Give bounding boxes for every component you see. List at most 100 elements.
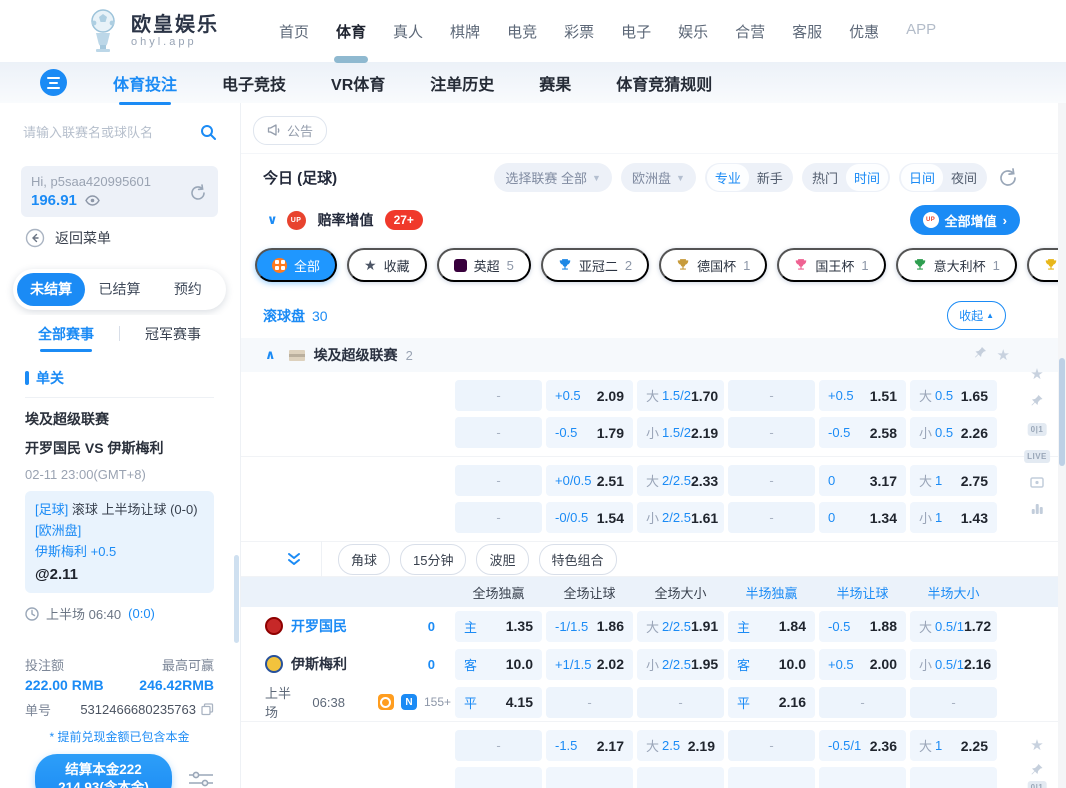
pin-icon[interactable] [1031, 394, 1044, 407]
market-button-0[interactable]: 角球 [338, 544, 390, 575]
odds-cell[interactable]: +1/1.52.02 [546, 649, 633, 680]
odds-cell[interactable]: 03.17 [819, 465, 906, 496]
odds-cell[interactable]: -0.52.58 [819, 417, 906, 448]
league-chip-亚冠二[interactable]: 亚冠二2 [541, 248, 649, 282]
league-collapse-chevron[interactable]: ∧ [265, 347, 276, 363]
bet-tab-2[interactable]: 预约 [154, 273, 222, 306]
odds-cell[interactable]: - [728, 380, 815, 411]
column-header-4[interactable]: 半场让球 [819, 583, 906, 602]
sort-time[interactable]: 时间 [846, 164, 888, 191]
topnav-item-7[interactable]: 娱乐 [678, 0, 708, 63]
odds-cell[interactable]: +0.52.09 [546, 380, 633, 411]
pin-icon[interactable] [974, 346, 987, 364]
boost-collapse-chevron[interactable]: ∨ [267, 212, 278, 228]
odds-cell[interactable]: -0.5/12.36 [819, 730, 906, 761]
league-chip-国王杯[interactable]: 国王杯1 [777, 248, 885, 282]
cashout-settings-icon[interactable] [188, 768, 214, 788]
odds-cell[interactable]: 大2.52.19 [637, 730, 724, 761]
announcement-pill[interactable]: 公告 [253, 116, 327, 145]
league-chip-收藏[interactable]: ★收藏 [347, 248, 427, 282]
odds-cell[interactable]: - [455, 380, 542, 411]
odds-cell[interactable]: - [455, 730, 542, 761]
day-option[interactable]: 日间 [901, 164, 943, 191]
all-boosts-button[interactable]: UP 全部增值 › [910, 205, 1020, 235]
odds-type-select[interactable]: 欧洲盘▼ [621, 163, 696, 192]
odds-cell[interactable]: 大0.5/11.72 [910, 611, 997, 642]
subnav-item-4[interactable]: 赛果 [539, 71, 571, 95]
league-select[interactable]: 选择联赛 全部▼ [494, 163, 612, 192]
team-name[interactable]: 伊斯梅利 [291, 654, 347, 674]
bet-tab-1[interactable]: 已结算 [85, 273, 153, 306]
menu-toggle-icon[interactable] [40, 69, 67, 96]
odds-format-badge[interactable]: 0|1 [1028, 423, 1047, 436]
odds-cell[interactable]: -1.52.17 [546, 730, 633, 761]
mode-novice[interactable]: 新手 [749, 164, 791, 191]
odds-cell[interactable]: +0.51.51 [819, 380, 906, 411]
odds-cell[interactable]: - [546, 687, 633, 718]
topnav-item-2[interactable]: 真人 [393, 0, 423, 63]
night-option[interactable]: 夜间 [943, 164, 985, 191]
topnav-item-3[interactable]: 棋牌 [450, 0, 480, 63]
mode-pro[interactable]: 专业 [707, 164, 749, 191]
live-badge[interactable]: LIVE [1024, 450, 1050, 463]
subnav-item-0[interactable]: 体育投注 [113, 71, 177, 95]
column-header-2[interactable]: 全场大小 [637, 583, 724, 602]
subnav-item-3[interactable]: 注单历史 [430, 71, 494, 95]
eye-icon[interactable] [85, 195, 100, 206]
odds-cell[interactable]: 小0.52.26 [910, 417, 997, 448]
stats-n-icon[interactable]: N [401, 694, 417, 710]
odds-cell[interactable]: - [455, 417, 542, 448]
odds-cell[interactable]: 小1.5/22.19 [637, 417, 724, 448]
topnav-item-5[interactable]: 彩票 [564, 0, 594, 63]
odds-cell[interactable] [455, 767, 542, 788]
sort-hot[interactable]: 热门 [804, 164, 846, 191]
cast-icon[interactable] [1030, 477, 1044, 489]
league-chip-英超[interactable]: 英超5 [437, 248, 531, 282]
odds-cell[interactable]: - [819, 687, 906, 718]
star-icon[interactable]: ★ [1030, 736, 1043, 754]
odds-cell[interactable]: - [728, 465, 815, 496]
refresh-balance-icon[interactable] [188, 183, 208, 203]
topnav-item-4[interactable]: 电竞 [507, 0, 537, 63]
search-icon[interactable] [200, 124, 216, 140]
odds-cell[interactable] [910, 767, 997, 788]
star-icon[interactable]: ★ [1030, 365, 1043, 383]
odds-cell[interactable]: 大12.25 [910, 730, 997, 761]
odds-cell[interactable]: -1/1.51.86 [546, 611, 633, 642]
odds-cell[interactable]: 大12.75 [910, 465, 997, 496]
pin-icon[interactable] [1031, 763, 1044, 776]
odds-cell[interactable]: 01.34 [819, 502, 906, 533]
odds-cell[interactable]: 大0.51.65 [910, 380, 997, 411]
topnav-item-10[interactable]: 优惠 [849, 0, 879, 63]
event-subtab-0[interactable]: 全部赛事 [13, 316, 119, 352]
topnav-item-8[interactable]: 合营 [735, 0, 765, 63]
double-chevron-down-icon[interactable] [287, 552, 301, 567]
odds-cell[interactable]: 小2/2.51.61 [637, 502, 724, 533]
sidebar-scrollbar[interactable] [234, 555, 239, 643]
odds-cell[interactable]: 客10.0 [455, 649, 542, 680]
scrollbar-thumb[interactable] [1059, 358, 1065, 466]
odds-cell[interactable] [637, 767, 724, 788]
odds-cell[interactable]: - [455, 465, 542, 496]
topnav-item-9[interactable]: 客服 [792, 0, 822, 63]
topnav-item-1[interactable]: 体育 [336, 0, 366, 63]
extra-markets-count[interactable]: 155+ [424, 695, 451, 709]
subnav-item-1[interactable]: 电子竞技 [222, 71, 286, 95]
market-button-3[interactable]: 特色组合 [539, 544, 617, 575]
topnav-item-6[interactable]: 电子 [621, 0, 651, 63]
casino-icon[interactable] [378, 694, 394, 710]
odds-cell[interactable]: +0/0.52.51 [546, 465, 633, 496]
odds-cell[interactable]: 大2/2.52.33 [637, 465, 724, 496]
back-to-menu[interactable]: 返回菜单 [21, 217, 218, 252]
odds-cell[interactable]: 平2.16 [728, 687, 815, 718]
odds-cell[interactable]: - [910, 687, 997, 718]
odds-cell[interactable]: - [637, 687, 724, 718]
odds-cell[interactable]: 主1.35 [455, 611, 542, 642]
column-header-0[interactable]: 全场独赢 [455, 583, 542, 602]
copy-icon[interactable] [201, 703, 214, 716]
odds-cell[interactable] [728, 767, 815, 788]
league-chip-全部[interactable]: 全部 [255, 248, 337, 282]
odds-cell[interactable]: -0.51.79 [546, 417, 633, 448]
odds-cell[interactable]: - [728, 502, 815, 533]
topnav-item-0[interactable]: 首页 [279, 0, 309, 63]
